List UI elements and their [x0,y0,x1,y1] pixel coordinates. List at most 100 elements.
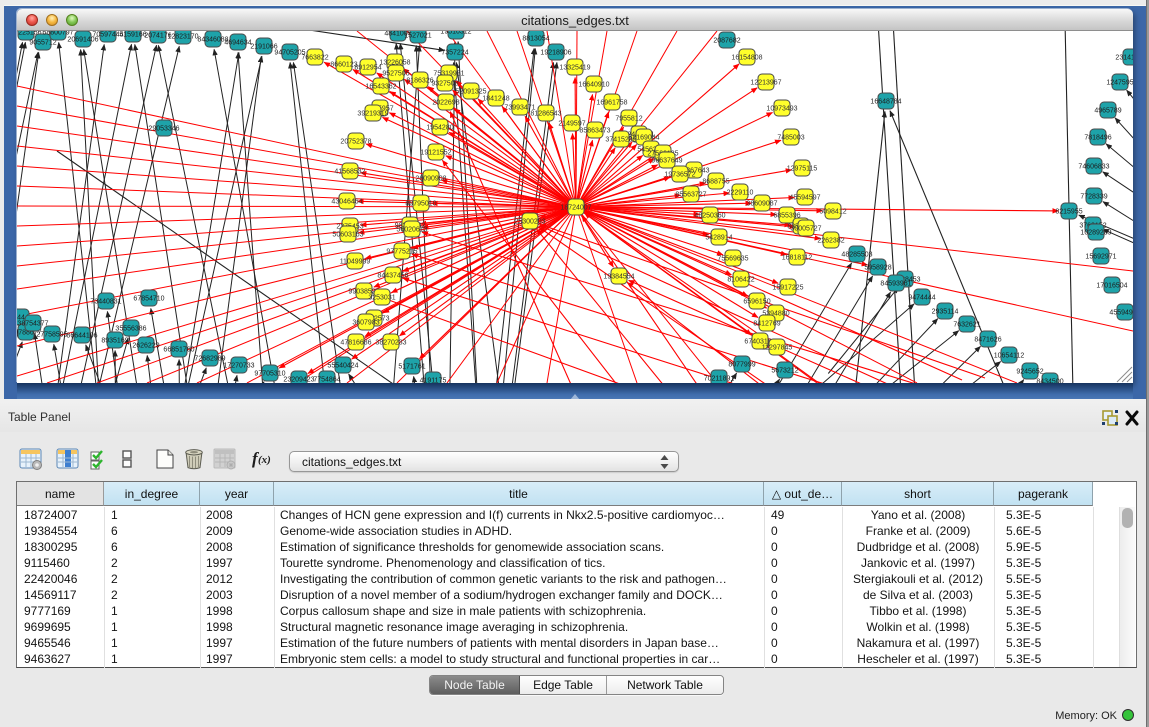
svg-text:1954280: 1954280 [426,125,453,132]
svg-text:19384554: 19384554 [603,274,634,281]
svg-text:45594951: 45594951 [1109,310,1133,317]
svg-text:30005727: 30005727 [790,226,821,233]
svg-text:8077999: 8077999 [728,362,755,369]
svg-text:5673212: 5673212 [771,368,798,375]
svg-text:7728339: 7728339 [1080,194,1107,201]
svg-text:5958928: 5958928 [864,265,891,272]
svg-text:9527505: 9527505 [382,71,409,78]
svg-text:10289289: 10289289 [1080,230,1111,237]
svg-text:56020613: 56020613 [396,227,427,234]
svg-text:1841248: 1841248 [482,96,509,103]
svg-text:84593961: 84593961 [880,281,911,288]
svg-text:8813054: 8813054 [522,36,549,43]
svg-text:17270733: 17270733 [223,363,254,370]
svg-text:97705310: 97705310 [254,371,285,378]
svg-text:7485003: 7485003 [777,135,804,142]
svg-text:74606833: 74606833 [1078,164,1109,171]
svg-text:26090908: 26090908 [415,176,446,183]
svg-text:5098412: 5098412 [819,209,846,216]
svg-text:19510312: 19510312 [440,31,471,36]
svg-text:19736572: 19736572 [664,172,695,179]
svg-text:12823170: 12823170 [167,34,198,41]
svg-text:85863473: 85863473 [579,128,610,135]
svg-text:85563727: 85563727 [675,192,706,199]
svg-text:1527021: 1527021 [404,33,431,40]
svg-text:19218906: 19218906 [540,50,571,57]
svg-text:2022698: 2022698 [432,100,459,107]
svg-text:16640910: 16640910 [578,82,609,89]
svg-text:96637649: 96637649 [651,158,682,165]
svg-text:86644106: 86644106 [66,333,97,340]
svg-text:39219319: 39219319 [357,111,388,118]
svg-text:81286543: 81286543 [530,111,561,118]
svg-text:16543362: 16543362 [365,84,396,91]
svg-text:38609087: 38609087 [746,201,777,208]
svg-text:19121552: 19121552 [420,150,451,157]
svg-text:16818112: 16818112 [782,255,813,262]
svg-text:5428914: 5428914 [705,235,732,242]
svg-text:72682989: 72682989 [194,356,225,363]
svg-text:75569635: 75569635 [717,256,748,263]
svg-text:70211891: 70211891 [704,376,735,383]
svg-text:25300203: 25300203 [514,219,545,226]
svg-text:9055712: 9055712 [29,40,56,47]
svg-text:10973493: 10973493 [766,106,797,113]
svg-text:2262382: 2262382 [817,238,844,245]
svg-text:43046464: 43046464 [331,199,362,206]
svg-text:48250360: 48250360 [694,213,725,220]
svg-text:5171761: 5171761 [398,364,425,371]
svg-text:8186326: 8186326 [406,78,433,85]
svg-text:52169044: 52169044 [628,135,659,142]
svg-text:9474444: 9474444 [908,295,935,302]
svg-text:7357224: 7357224 [441,50,468,57]
svg-text:2087682: 2087682 [713,38,740,45]
svg-text:3607983: 3607983 [352,320,379,327]
svg-text:7955812: 7955812 [615,116,642,123]
svg-text:73440831: 73440831 [90,299,121,306]
svg-text:38754377: 38754377 [17,321,48,328]
svg-text:89795010: 89795010 [405,201,436,208]
svg-text:84437458: 84437458 [377,273,408,280]
svg-text:20752378: 20752378 [340,139,371,146]
svg-text:11049999: 11049999 [340,259,371,266]
svg-text:7818496: 7818496 [1084,135,1111,142]
svg-text:8215955: 8215955 [1055,209,1082,216]
svg-text:7663822: 7663822 [301,55,328,62]
svg-text:10654112: 10654112 [994,353,1025,360]
svg-text:66851760: 66851760 [163,347,194,354]
svg-text:16154808: 16154808 [731,55,762,62]
svg-text:(x): (x) [258,454,271,466]
svg-text:8412769: 8412769 [753,321,780,328]
svg-text:50603163: 50603163 [332,232,363,239]
svg-text:5159166: 5159166 [119,32,146,39]
svg-text:8106422: 8106422 [727,277,754,284]
svg-text:67854710: 67854710 [133,296,164,303]
svg-text:4965789: 4965789 [1094,108,1121,115]
svg-text:9245652: 9245652 [1016,369,1043,376]
svg-text:4694634: 4694634 [224,40,251,47]
svg-text:1247595: 1247595 [1106,80,1133,87]
svg-text:15917225: 15917225 [772,285,803,292]
svg-text:2229110: 2229110 [727,190,754,197]
svg-text:97775215: 97775215 [386,249,417,256]
svg-text:35556386: 35556386 [115,326,146,333]
svg-text:12213967: 12213967 [750,80,781,87]
svg-text:2149597: 2149597 [558,121,585,128]
svg-text:48285503: 48285503 [841,252,872,259]
svg-text:27758595: 27758595 [36,332,67,339]
svg-text:45594597: 45594597 [789,195,820,202]
svg-text:18724007: 18724007 [560,205,591,212]
svg-text:16648784: 16648784 [870,99,901,106]
svg-text:7632621: 7632621 [953,322,980,329]
svg-text:13325419: 13325419 [559,65,590,72]
svg-text:38270233: 38270233 [375,340,406,347]
svg-text:52091325: 52091325 [455,89,486,96]
svg-text:47816686: 47816686 [340,340,371,347]
svg-text:41568532: 41568532 [334,169,365,176]
svg-text:12975115: 12975115 [787,166,818,173]
svg-text:2935114: 2935114 [932,309,959,316]
svg-text:55540424: 55540424 [327,363,358,370]
svg-text:2626229: 2626229 [132,343,159,350]
svg-text:15692971: 15692971 [1085,254,1116,261]
svg-text:3253031: 3253031 [368,295,395,302]
